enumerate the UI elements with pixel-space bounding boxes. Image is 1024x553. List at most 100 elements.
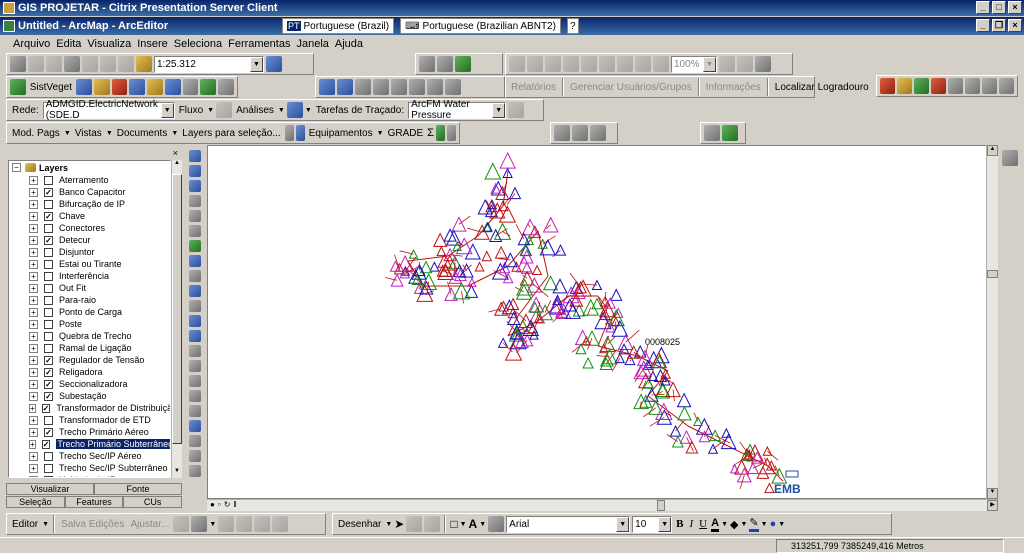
- menu-seleciona[interactable]: Seleciona: [171, 38, 225, 50]
- close-icon[interactable]: ×: [173, 148, 178, 158]
- grade-button[interactable]: GRADE: [386, 128, 426, 139]
- tool-icon[interactable]: [164, 79, 181, 95]
- expand-icon[interactable]: +: [29, 355, 38, 365]
- chevron-down-icon[interactable]: ▼: [479, 521, 486, 528]
- maximize-button[interactable]: □: [992, 1, 1006, 14]
- editor-toolbar-icon[interactable]: [266, 56, 282, 72]
- layer-visibility-checkbox[interactable]: ✓: [41, 403, 51, 413]
- layer-row[interactable]: + Trecho Sec/IP Subterrâneo: [9, 462, 170, 474]
- expand-icon[interactable]: +: [29, 223, 38, 233]
- app-restore-button[interactable]: ❐: [992, 19, 1006, 32]
- expand-icon[interactable]: +: [29, 415, 38, 425]
- layer-visibility-checkbox[interactable]: ✓: [41, 439, 51, 449]
- edit-vertices-icon[interactable]: [488, 516, 505, 532]
- layers-root[interactable]: − Layers: [9, 161, 170, 174]
- layer-visibility-checkbox[interactable]: [44, 307, 53, 317]
- refresh-icon[interactable]: ↻: [224, 500, 231, 509]
- expand-icon[interactable]: +: [29, 199, 38, 209]
- lang-keyboard-abnt2[interactable]: ⌨ Portuguese (Brazilian ABNT2): [400, 18, 561, 34]
- expand-icon[interactable]: +: [29, 331, 38, 341]
- chevron-down-icon[interactable]: ▼: [492, 102, 506, 118]
- chevron-down-icon[interactable]: ▼: [703, 56, 716, 72]
- menu-insere[interactable]: Insere: [134, 38, 171, 50]
- menu-janela[interactable]: Janela: [293, 38, 331, 50]
- chevron-down-icon[interactable]: ▼: [761, 521, 768, 528]
- map-view[interactable]: 0008025 EMB: [207, 145, 998, 499]
- pointer-icon[interactable]: [189, 405, 201, 417]
- adjust-button[interactable]: Ajustar...: [128, 519, 171, 530]
- tool-icon[interactable]: [445, 79, 461, 95]
- globe-icon[interactable]: ●: [210, 500, 215, 509]
- info-icon[interactable]: [111, 79, 128, 95]
- layer-visibility-checkbox[interactable]: [44, 259, 53, 269]
- layer-row[interactable]: + ✓ Chave: [9, 210, 170, 222]
- tool-icon[interactable]: [419, 56, 435, 72]
- layer-visibility-checkbox[interactable]: [44, 451, 53, 461]
- expand-icon[interactable]: +: [29, 367, 38, 377]
- editor-menu[interactable]: Editor: [10, 519, 40, 530]
- chevron-down-icon[interactable]: ▼: [207, 107, 214, 114]
- layer-row[interactable]: + Quebra de Trecho: [9, 330, 170, 342]
- menu-edita[interactable]: Edita: [53, 38, 84, 50]
- tab-features[interactable]: Features: [64, 496, 124, 508]
- cut-icon[interactable]: [28, 56, 44, 72]
- back-extent-icon[interactable]: [635, 56, 651, 72]
- select-features-icon[interactable]: [319, 79, 335, 95]
- layer-row[interactable]: + ✓ Subestação: [9, 390, 170, 402]
- tab-selecao[interactable]: Seleção: [6, 496, 65, 508]
- font-combo[interactable]: Arial ▼: [506, 515, 631, 533]
- fixed-zoom-out-icon[interactable]: [189, 210, 201, 222]
- fluxo-menu[interactable]: Fluxo: [177, 105, 205, 116]
- measure-icon[interactable]: [189, 465, 201, 477]
- chevron-down-icon[interactable]: ▼: [42, 521, 49, 528]
- tool-icon[interactable]: [897, 78, 912, 94]
- layer-visibility-checkbox[interactable]: ✓: [44, 355, 53, 365]
- analises-menu[interactable]: Análises: [234, 105, 276, 116]
- font-color-icon[interactable]: A: [711, 517, 720, 532]
- expand-icon[interactable]: +: [29, 271, 38, 281]
- layer-row[interactable]: + Ponto de Carga: [9, 306, 170, 318]
- layer-row[interactable]: + Bifurcação de IP: [9, 198, 170, 210]
- solve-icon[interactable]: [508, 102, 525, 118]
- layer-row[interactable]: + ✓ Transformador de Distribuição: [9, 402, 170, 414]
- equipamentos-menu[interactable]: Equipamentos: [307, 128, 375, 139]
- tool-icon[interactable]: [965, 78, 980, 94]
- zoom-out-icon[interactable]: [189, 180, 201, 192]
- change-layout-icon[interactable]: [755, 56, 771, 72]
- scroll-up-icon[interactable]: ▲: [987, 145, 998, 156]
- tool-icon[interactable]: [189, 360, 201, 372]
- tool-icon[interactable]: [189, 375, 201, 387]
- marker-color-icon[interactable]: ●: [770, 518, 777, 530]
- list-icon[interactable]: [284, 125, 294, 141]
- expand-icon[interactable]: +: [29, 451, 38, 461]
- chevron-down-icon[interactable]: ▼: [616, 516, 630, 532]
- expand-icon[interactable]: +: [29, 343, 38, 353]
- info-icon[interactable]: [189, 420, 201, 432]
- layer-visibility-checkbox[interactable]: [44, 271, 53, 281]
- expand-icon[interactable]: +: [29, 475, 38, 477]
- expand-icon[interactable]: +: [29, 211, 38, 221]
- tool-icon[interactable]: [189, 345, 201, 357]
- zoom-in-icon[interactable]: [189, 150, 201, 162]
- chevron-down-icon[interactable]: ▼: [778, 521, 785, 528]
- tab-fonte[interactable]: Fonte: [94, 483, 182, 495]
- sketch-icon[interactable]: [191, 516, 208, 532]
- lang-portuguese-brazil[interactable]: PT Portuguese (Brazil): [282, 18, 395, 34]
- layer-row[interactable]: + Unidade de IP: [9, 474, 170, 477]
- tool-icon[interactable]: [355, 79, 371, 95]
- layer-visibility-checkbox[interactable]: ✓: [44, 235, 53, 245]
- tool-icon[interactable]: [455, 56, 471, 72]
- chevron-down-icon[interactable]: ▼: [721, 521, 728, 528]
- layer-row[interactable]: + Aterramento: [9, 174, 170, 186]
- layer-row[interactable]: + Poste: [9, 318, 170, 330]
- line-color-icon[interactable]: ✎: [749, 516, 759, 532]
- image-icon[interactable]: [435, 125, 445, 141]
- select-icon[interactable]: [189, 285, 201, 297]
- tool-icon[interactable]: [218, 516, 235, 532]
- network-map[interactable]: 0008025 EMB: [208, 146, 987, 498]
- expand-icon[interactable]: +: [29, 403, 36, 413]
- zoom-in-icon[interactable]: [189, 165, 201, 177]
- chevron-down-icon[interactable]: ▼: [377, 130, 384, 137]
- layer-row[interactable]: + ✓ Banco Capacitor: [9, 186, 170, 198]
- paste-icon[interactable]: [64, 56, 80, 72]
